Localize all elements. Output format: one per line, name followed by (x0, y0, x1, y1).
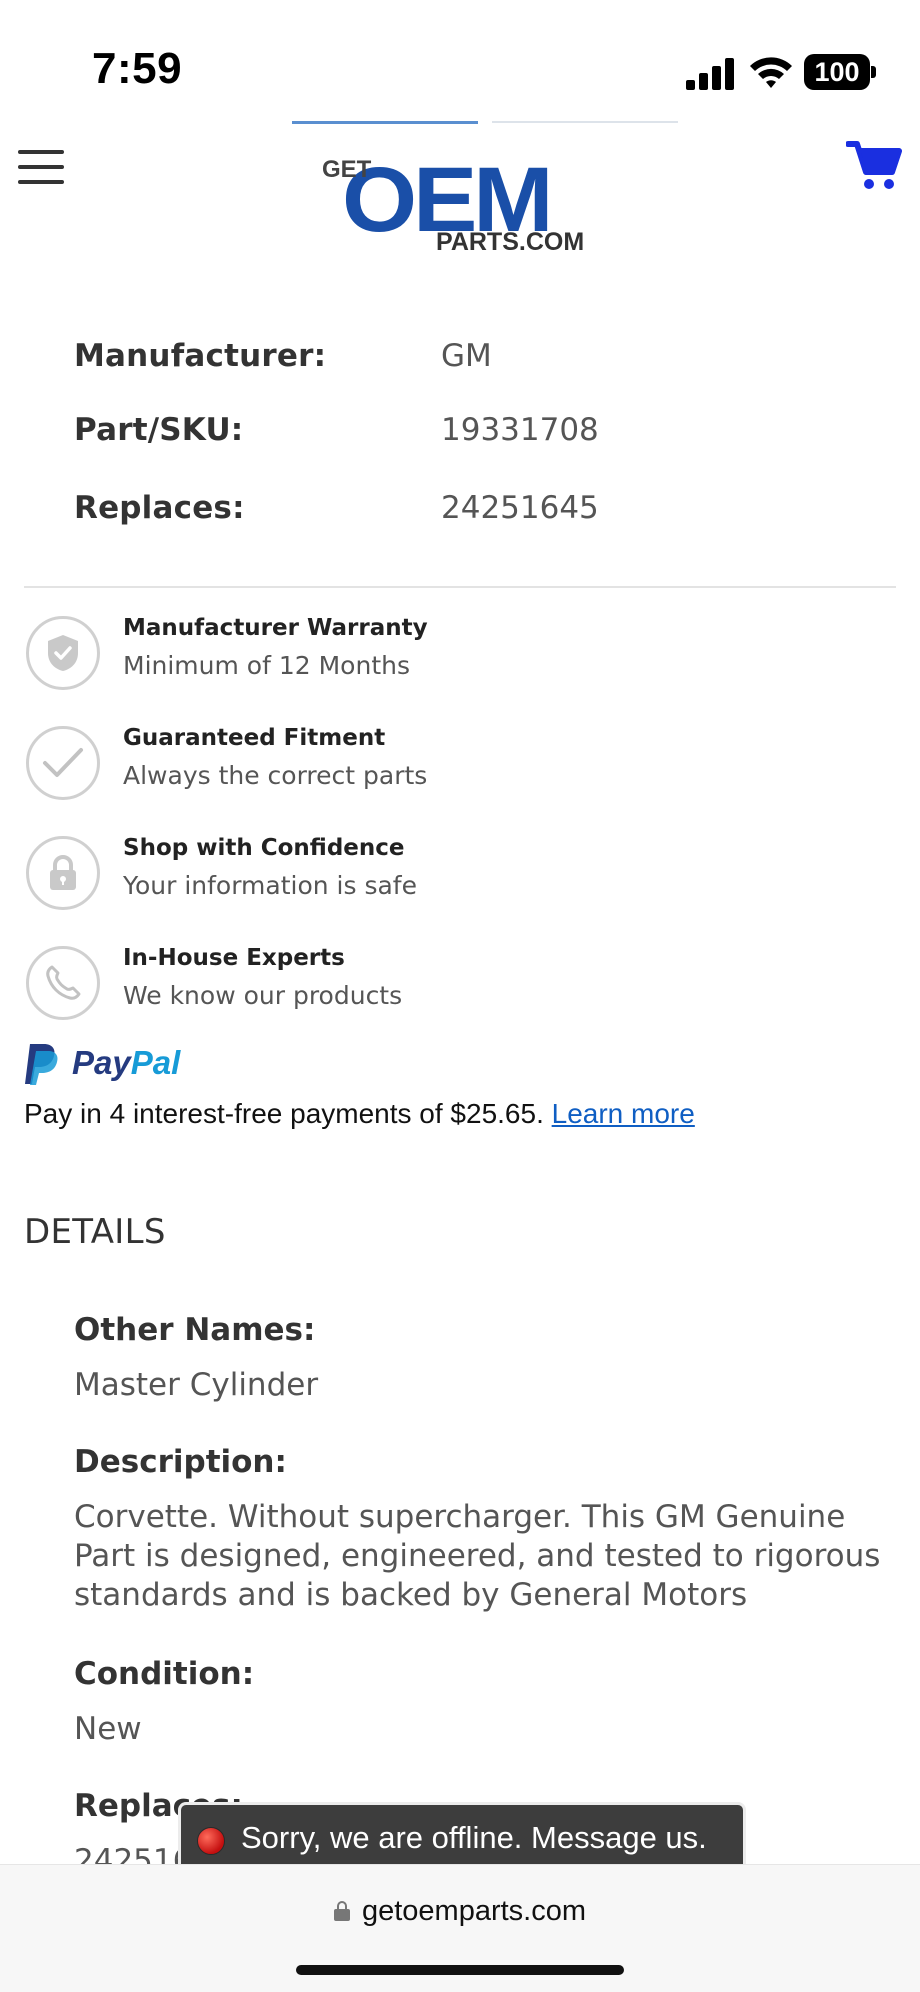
spec-replaces-value: 24251645 (441, 490, 599, 526)
spec-sku-value: 19331708 (441, 412, 599, 448)
cart-icon[interactable] (846, 138, 902, 192)
battery-icon: 100 (804, 54, 876, 90)
paypal-message-text: Pay in 4 interest-free payments of $25.6… (24, 1098, 544, 1129)
spec-sku-label: Part/SKU: (74, 412, 244, 448)
tab-indicator (292, 121, 678, 124)
wifi-icon (750, 57, 792, 88)
paypal-wordmark: PayPal (72, 1044, 181, 1081)
feature-title: Shop with Confidence (123, 835, 405, 861)
feature-title: Manufacturer Warranty (123, 615, 428, 641)
chat-message: Sorry, we are offline. Message us. (241, 1820, 707, 1855)
phone-icon (26, 946, 100, 1020)
feature-title: Guaranteed Fitment (123, 725, 386, 751)
url-text: getoemparts.com (361, 1895, 587, 1927)
lock-icon (333, 1901, 350, 1921)
feature-subtitle: Minimum of 12 Months (123, 651, 410, 680)
details-heading: DETAILS (24, 1212, 166, 1252)
battery-level: 100 (804, 54, 870, 90)
paypal-logo: PayPal (24, 1042, 194, 1086)
paypal-message: Pay in 4 interest-free payments of $25.6… (24, 1098, 695, 1130)
section-divider (24, 586, 896, 588)
logo-parts: PARTS.COM (436, 228, 585, 256)
feature-subtitle: Your information is safe (123, 871, 417, 900)
condition-value: New (74, 1711, 142, 1747)
other-names-value: Master Cylinder (74, 1367, 319, 1403)
description-value: Corvette. Without supercharger. This GM … (74, 1499, 881, 1613)
checkmark-icon (26, 726, 100, 800)
spec-manufacturer-value: GM (441, 338, 492, 374)
status-time: 7:59 (92, 44, 183, 93)
offline-status-icon (197, 1827, 225, 1855)
description-label: Description: (74, 1444, 287, 1480)
url-display[interactable]: getoemparts.com (0, 1895, 920, 1928)
feature-subtitle: Always the correct parts (123, 761, 428, 790)
paypal-icon (25, 1044, 58, 1085)
home-indicator[interactable] (296, 1965, 624, 1975)
signal-icon (686, 58, 734, 90)
hamburger-icon[interactable] (18, 150, 64, 184)
condition-label: Condition: (74, 1656, 255, 1692)
feature-title: In-House Experts (123, 945, 345, 971)
spec-manufacturer-label: Manufacturer: (74, 338, 327, 374)
lock-icon (26, 836, 100, 910)
site-logo[interactable]: OEM GET PARTS.COM (318, 150, 600, 262)
learn-more-link[interactable]: Learn more (552, 1098, 695, 1129)
logo-get: GET (322, 156, 372, 183)
shield-check-icon (26, 616, 100, 690)
other-names-label: Other Names: (74, 1312, 316, 1348)
spec-replaces-label: Replaces: (74, 490, 245, 526)
status-bar: 7:59 100 (0, 0, 920, 120)
feature-subtitle: We know our products (123, 981, 403, 1010)
